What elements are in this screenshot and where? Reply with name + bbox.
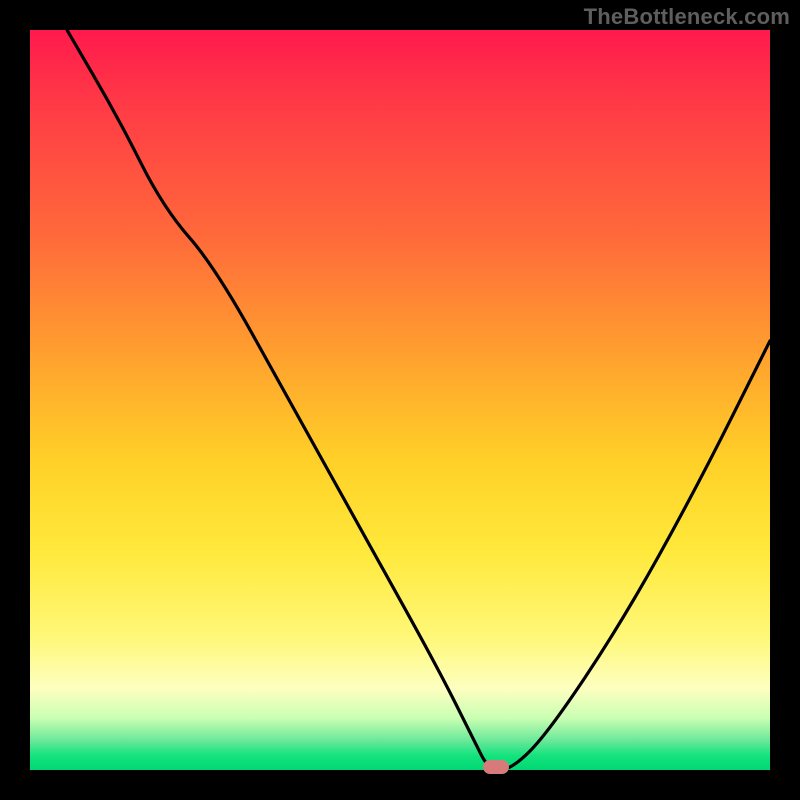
bottleneck-curve [30, 30, 770, 770]
curve-path [67, 30, 770, 770]
watermark-label: TheBottleneck.com [584, 4, 790, 30]
chart-frame: TheBottleneck.com [0, 0, 800, 800]
plot-area [30, 30, 770, 770]
optimum-marker [483, 760, 509, 774]
